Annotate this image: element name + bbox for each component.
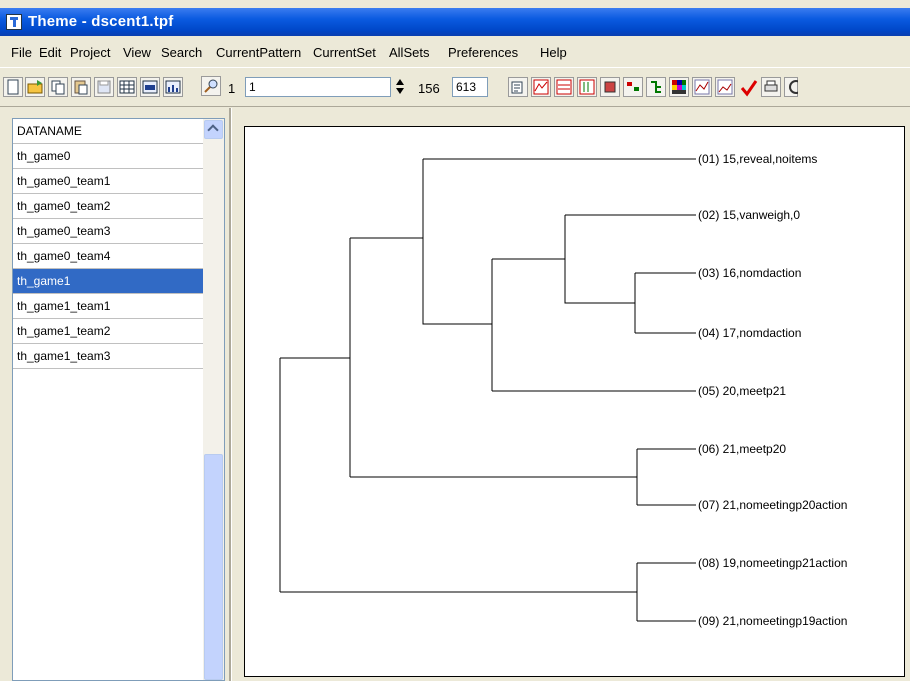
menu-all-sets[interactable]: AllSets xyxy=(389,45,429,60)
clipboard-icon[interactable] xyxy=(508,77,528,97)
leaf-label: (07) 21,nomeetingp20action xyxy=(698,498,847,512)
leaf-label: (01) 15,reveal,noitems xyxy=(698,152,817,166)
current-index-input[interactable]: 1 xyxy=(245,77,391,97)
list-item[interactable]: th_game0_team1 xyxy=(13,169,203,194)
list-item[interactable]: th_game0_team2 xyxy=(13,194,203,219)
index-spinner[interactable] xyxy=(393,77,407,97)
menu-current-pattern[interactable]: CurrentPattern xyxy=(216,45,301,60)
list-item[interactable]: th_game0_team4 xyxy=(13,244,203,269)
counter-total: 156 xyxy=(418,81,440,96)
list-item[interactable]: th_game1_team2 xyxy=(13,319,203,344)
menu-preferences[interactable]: Preferences xyxy=(448,45,518,60)
menu-file[interactable]: File xyxy=(11,45,32,60)
list-item[interactable]: th_game0_team3 xyxy=(13,219,203,244)
menu-search[interactable]: Search xyxy=(161,45,202,60)
table-icon[interactable] xyxy=(117,77,137,97)
dendrogram: (01) 15,reveal,noitems (02) 15,vanweigh,… xyxy=(279,152,847,628)
tree-icon[interactable] xyxy=(646,77,666,97)
list-item[interactable]: th_game1_team1 xyxy=(13,294,203,319)
menu-view[interactable]: View xyxy=(123,45,151,60)
toolbar: 1 1 156 613 xyxy=(0,67,910,107)
app-icon xyxy=(6,14,22,30)
pattern-compare-icon[interactable] xyxy=(554,77,574,97)
list-item-selected[interactable]: th_game1 xyxy=(13,269,203,294)
sequence-icon[interactable] xyxy=(577,77,597,97)
leaf-label: (06) 21,meetp20 xyxy=(698,442,786,456)
save-icon[interactable] xyxy=(94,77,114,97)
tool-icon[interactable] xyxy=(600,77,620,97)
dendrogram-canvas: (01) 15,reveal,noitems (02) 15,vanweigh,… xyxy=(244,126,905,677)
leaf-label: (09) 21,nomeetingp19action xyxy=(698,614,847,628)
list-item[interactable]: th_game1_team3 xyxy=(13,344,203,369)
data-list-panel: DATANAME th_game0 th_game0_team1 th_game… xyxy=(12,118,225,681)
copy-icon[interactable] xyxy=(48,77,68,97)
scroll-thumb[interactable] xyxy=(204,454,223,680)
area-chart-icon[interactable] xyxy=(715,77,735,97)
search-icon[interactable] xyxy=(201,76,221,96)
menu-bar: File Edit Project View Search CurrentPat… xyxy=(0,37,910,67)
leaf-label: (03) 16,nomdaction xyxy=(698,266,801,280)
panel-splitter[interactable] xyxy=(229,108,232,681)
menu-help[interactable]: Help xyxy=(540,45,567,60)
leaf-label: (02) 15,vanweigh,0 xyxy=(698,208,800,222)
leaf-label: (05) 20,meetp21 xyxy=(698,384,786,398)
grid-icon[interactable] xyxy=(140,77,160,97)
paste-icon[interactable] xyxy=(71,77,91,97)
window-title: Theme - dscent1.tpf xyxy=(28,13,174,30)
scroll-up-icon[interactable] xyxy=(204,120,223,139)
menu-project[interactable]: Project xyxy=(70,45,110,60)
line-chart-icon[interactable] xyxy=(692,77,712,97)
more-icon[interactable] xyxy=(784,77,798,97)
branch xyxy=(564,215,635,304)
color-grid-icon[interactable] xyxy=(669,77,689,97)
leaf-label: (04) 17,nomdaction xyxy=(698,326,801,340)
counter-start: 1 xyxy=(228,81,236,96)
menu-edit[interactable]: Edit xyxy=(39,45,61,60)
chart-icon[interactable] xyxy=(163,77,183,97)
list-scrollbar[interactable] xyxy=(203,119,224,680)
new-file-icon[interactable] xyxy=(3,77,23,97)
leaf-label: (08) 19,nomeetingp21action xyxy=(698,556,847,570)
pattern-view-icon[interactable] xyxy=(531,77,551,97)
list-item[interactable]: th_game0 xyxy=(13,144,203,169)
title-bar: Theme - dscent1.tpf xyxy=(0,8,910,36)
total-input[interactable]: 613 xyxy=(452,77,488,97)
menu-current-set[interactable]: CurrentSet xyxy=(313,45,376,60)
list-header[interactable]: DATANAME xyxy=(13,119,203,144)
open-folder-icon[interactable] xyxy=(25,77,45,97)
print-icon[interactable] xyxy=(761,77,781,97)
arrange-icon[interactable] xyxy=(623,77,643,97)
branch xyxy=(422,159,492,325)
check-icon[interactable] xyxy=(738,77,758,97)
